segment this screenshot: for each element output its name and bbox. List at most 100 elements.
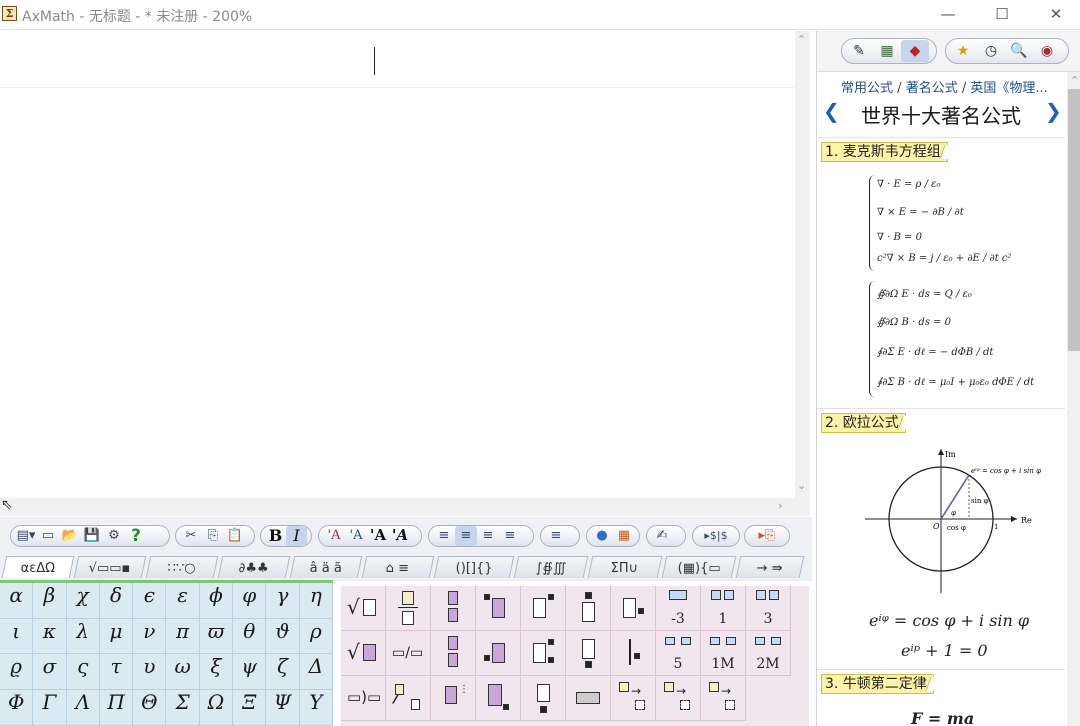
long-division-template[interactable]: ▭)▭ [341,676,386,721]
diagonal-fraction-template[interactable]: ⁄ [386,676,431,721]
greek-symbol-button[interactable]: ς [66,654,100,691]
greek-symbol-button[interactable]: δ [99,583,134,619]
box-template[interactable] [566,676,611,721]
paste-button[interactable]: 📋 [224,526,246,546]
scroll-up-icon[interactable]: ⌃ [1070,74,1079,87]
sub-sup-template[interactable] [521,631,566,676]
subscript-left-template[interactable] [476,631,521,676]
editor-horizontal-scrollbar[interactable]: › [0,498,810,516]
greek-symbol-button[interactable]: γ [266,583,300,619]
menu-button[interactable]: ▤▾ [15,526,37,546]
greek-symbol-button[interactable]: Σ [166,690,200,726]
copy-button[interactable]: ⎘ [202,526,224,546]
bookmark-icon[interactable]: ◆ [901,40,929,62]
settings-button[interactable]: ⚙ [103,526,125,546]
index-template-neg3[interactable]: -3 [656,586,701,631]
superscript-left-template[interactable] [476,586,521,631]
brush-icon[interactable]: ✎ [845,40,873,62]
greek-symbol-button[interactable]: κ [33,618,67,655]
index-template-1m[interactable]: 1M [701,631,746,676]
next-page-button[interactable]: ❯ [1045,99,1062,123]
align-justify-button[interactable]: ≡ [499,526,521,546]
tab-matrices[interactable]: (▦){▭ [661,556,737,578]
arrow-template-2[interactable]: → [656,676,701,721]
bold-button[interactable]: B [265,526,286,546]
greek-symbol-button[interactable]: ζ [266,654,300,691]
tab-radicals[interactable]: √▭▭▪ [73,556,147,578]
greek-symbol-button[interactable]: Δ [299,654,333,691]
under-template[interactable] [521,676,566,721]
scroll-up-icon[interactable]: ⌃ [797,33,806,46]
greek-symbol-button[interactable]: ϕ [199,583,234,619]
greek-symbol-button[interactable]: μ [99,618,134,655]
align-left-button[interactable]: ≡ [433,526,455,546]
color-wheel-icon[interactable]: ● [591,526,613,546]
index-template-2m[interactable]: 2M [746,631,791,676]
scroll-down-icon[interactable]: ⌄ [797,479,806,492]
palette-button[interactable]: ▦ [613,526,635,546]
superscript-template[interactable] [521,586,566,631]
tab-arrows-over[interactable]: ⌂ ≡ [361,556,435,578]
stack-template-2[interactable] [431,631,476,676]
tab-relations[interactable]: ∷∵○ [145,556,219,578]
greek-symbol-button[interactable]: τ [99,654,134,691]
nth-root-template[interactable]: √ [341,631,386,676]
insert-formula-button[interactable]: ▸$|$ [697,526,735,546]
editor-vertical-scrollbar[interactable]: ⌃ ⌄ [795,31,810,498]
index-template-5[interactable]: 5 [656,631,701,676]
library-scrollbar-thumb[interactable] [1068,89,1080,351]
save-button[interactable]: 💾 [81,526,103,546]
bar-template[interactable] [611,631,656,676]
breadcrumb-item[interactable]: 著名公式 [906,81,958,96]
section-label[interactable]: 3. 牛顿第二定律 [821,674,934,694]
arrow-template-1[interactable]: → [611,676,656,721]
greek-symbol-button[interactable]: ω [166,654,200,691]
greek-symbol-button[interactable]: β [33,583,67,619]
breadcrumb-item[interactable]: 英国《物理... [970,81,1047,96]
underset-template[interactable] [566,631,611,676]
tab-arrows[interactable]: → ⇛ [735,556,805,578]
minimize-button[interactable]: — [936,4,960,24]
greek-symbol-button[interactable]: Λ [66,690,100,726]
font-style-button-3[interactable]: 'A [367,526,389,546]
tab-integrals[interactable]: ∫∯∭ [513,556,589,578]
greek-symbol-button[interactable]: Υ [299,690,333,726]
greek-symbol-button[interactable]: ϱ [0,654,34,691]
greek-symbol-button[interactable]: σ [33,654,67,691]
index-template-1[interactable]: 1 [701,586,746,631]
font-style-button-2[interactable]: 'A [345,526,367,546]
tab-greek[interactable]: αεΔΩ [1,556,75,578]
greek-symbol-button[interactable]: ι [0,618,34,655]
greek-symbol-button[interactable]: Ω [199,690,234,726]
arrow-template-3[interactable]: → [701,676,746,721]
section-label[interactable]: 2. 欧拉公式 [821,413,906,433]
greek-symbol-button[interactable]: ϑ [266,618,300,655]
section-label[interactable]: 1. 麦克斯韦方程组 [821,142,948,162]
handwrite-button[interactable]: ✍ [651,526,673,546]
greek-symbol-button[interactable]: η [299,583,333,619]
greek-symbol-button[interactable]: Φ [0,690,34,726]
new-file-button[interactable]: ▭ [37,526,59,546]
tab-brackets[interactable]: ()[]{} [433,556,515,578]
align-right-button[interactable]: ≡ [477,526,499,546]
index-template-3[interactable]: 3 [746,586,791,631]
history-icon[interactable]: ◷ [977,40,1005,62]
stack-template[interactable] [431,586,476,631]
greek-symbol-button[interactable]: ε [166,583,200,619]
grid-icon[interactable]: ▦ [873,40,901,62]
search-icon[interactable]: 🔍 [1005,40,1033,62]
greek-symbol-button[interactable]: Γ [33,690,67,726]
fraction-template[interactable] [386,586,431,631]
export-button[interactable]: ▸⎘ [749,526,785,546]
dotted-template[interactable]: ⋮ [431,676,476,721]
sqrt-template[interactable]: √ [341,586,386,631]
font-style-button-4[interactable]: 'A [389,526,411,546]
greek-symbol-button[interactable]: π [166,618,200,655]
scroll-right-icon[interactable]: › [778,499,782,512]
greek-symbol-button[interactable]: Π [99,690,134,726]
tab-accents[interactable]: â ä ã [289,556,363,578]
tab-operators[interactable]: ∂♣♣ [217,556,291,578]
greek-symbol-button[interactable]: ψ [233,654,267,691]
maximize-button[interactable]: ☐ [990,4,1014,24]
help-button[interactable]: ? [125,526,147,546]
